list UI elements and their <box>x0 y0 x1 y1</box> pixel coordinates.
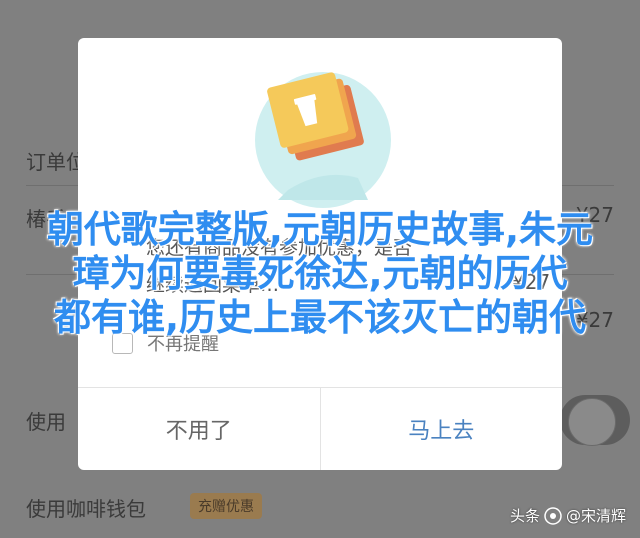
wallet-label: 使用咖啡钱包 <box>26 497 146 521</box>
headline-overlay: 朝代歌完整版,元朝历史故事,朱元 璋为何要毒死徐达,元朝的历代 都有谁,历史上最… <box>0 208 640 340</box>
watermark-author: @宋清辉 <box>565 507 626 525</box>
confirm-button[interactable]: 马上去 <box>321 388 563 470</box>
use-label: 使用 <box>26 410 66 434</box>
coffee-card-icon <box>255 72 391 208</box>
toutiao-logo-icon <box>544 506 562 525</box>
headline-line3: 都有谁,历史上最不该灭亡的朝代 <box>53 296 587 339</box>
wallet-badge: 充赠优惠 <box>190 493 262 519</box>
order-label: 订单位 <box>26 150 86 174</box>
headline-line2: 璋为何要毒死徐达,元朝的历代 <box>72 252 568 295</box>
watermark: 头条 @宋清辉 <box>510 505 626 526</box>
watermark-prefix: 头条 <box>509 507 540 525</box>
toggle-knob <box>568 398 616 446</box>
headline-line1: 朝代歌完整版,元朝历史故事,朱元 <box>46 208 594 251</box>
dialog-buttons: 不用了 马上去 <box>78 387 562 470</box>
cancel-button[interactable]: 不用了 <box>78 388 321 470</box>
